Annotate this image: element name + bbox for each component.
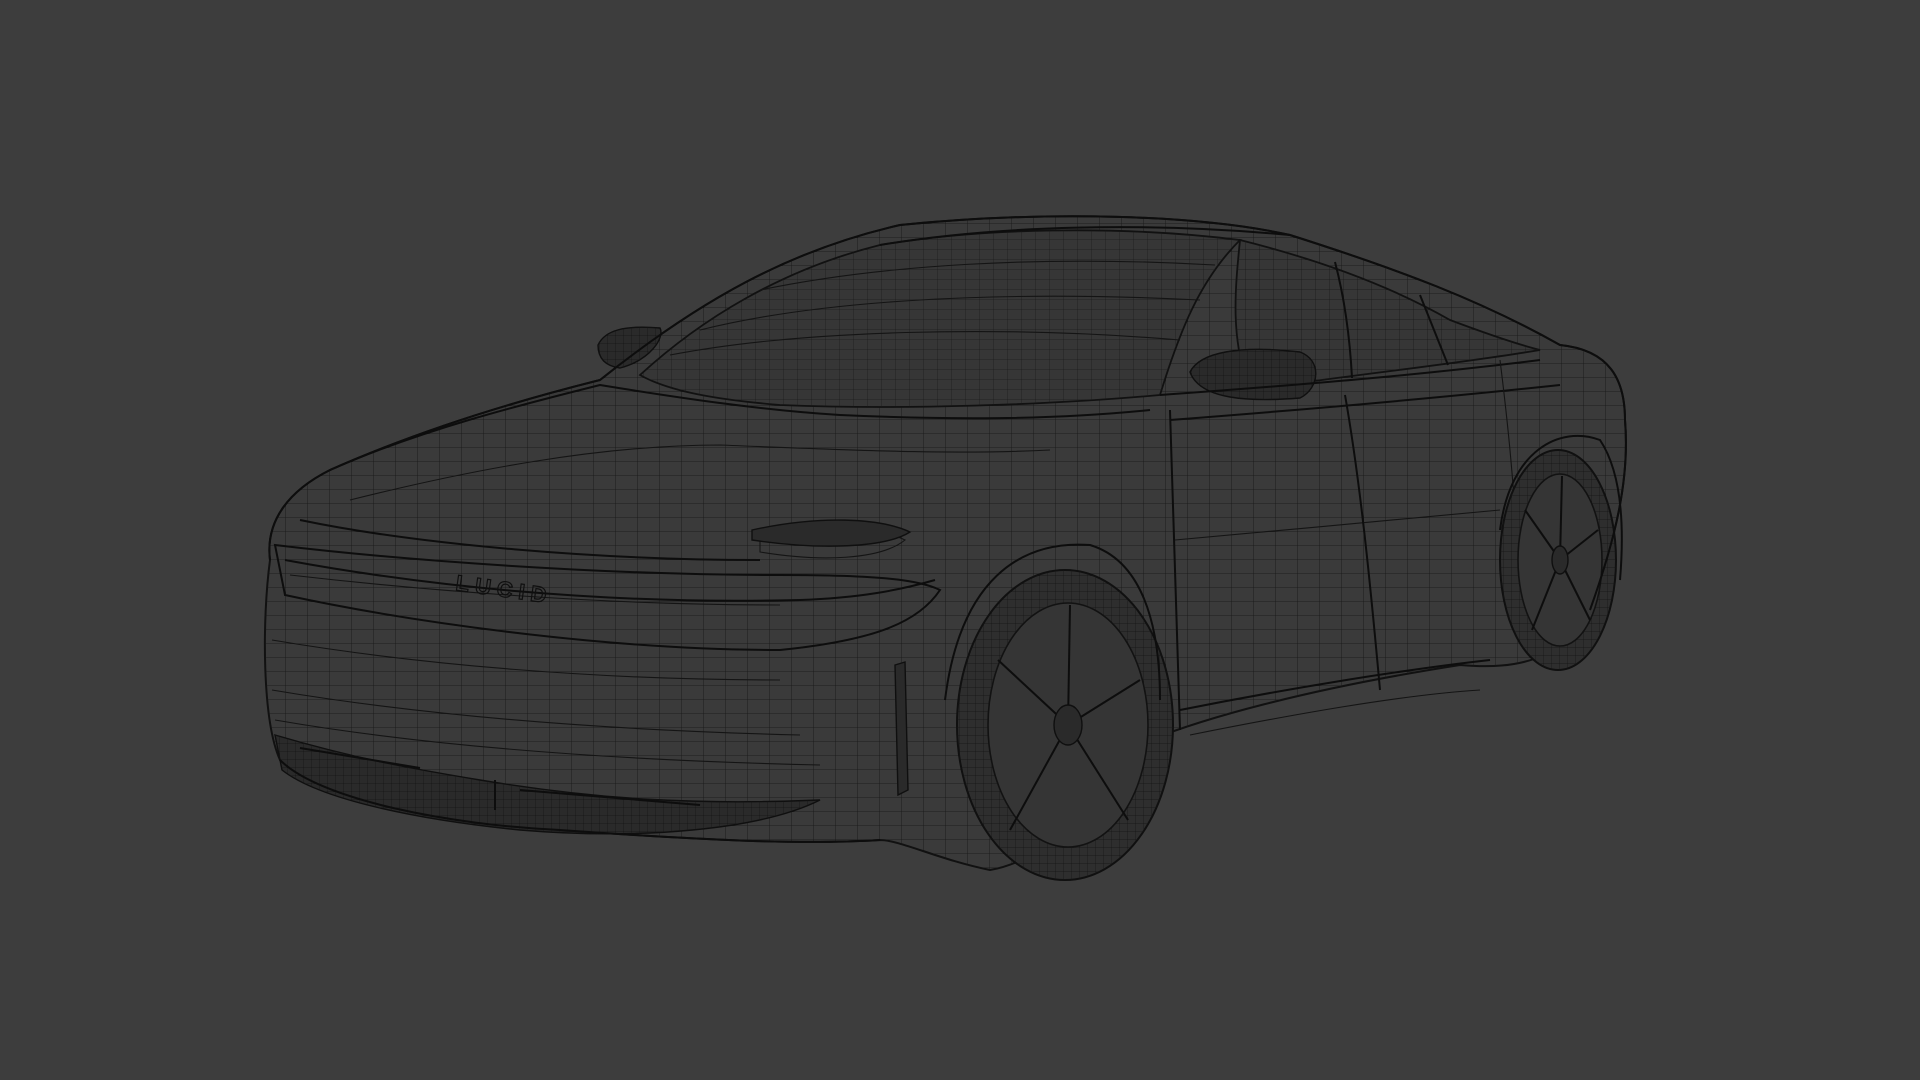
car-wireframe-model[interactable]: LUCID (0, 0, 1920, 1080)
rear-wheel[interactable] (1499, 449, 1617, 671)
windshield-glass[interactable] (638, 229, 1242, 408)
front-wheel[interactable] (956, 569, 1174, 881)
3d-viewport[interactable]: LUCID (0, 0, 1920, 1080)
bumper-side-vent (894, 661, 909, 797)
front-hub (1053, 704, 1083, 746)
rear-hub (1551, 545, 1569, 575)
